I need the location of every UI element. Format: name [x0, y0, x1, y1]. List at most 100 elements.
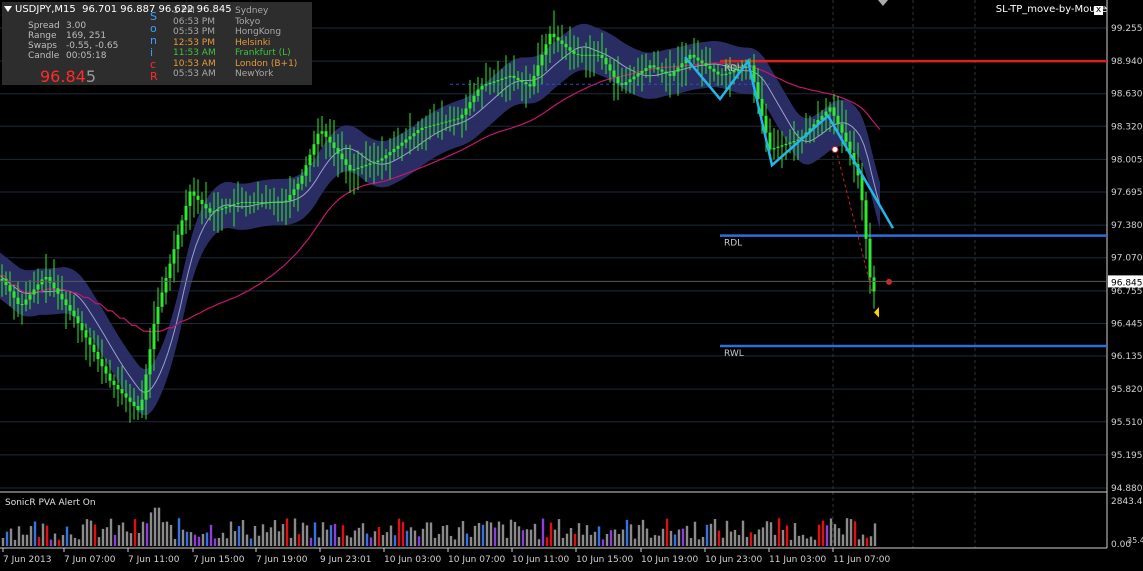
volume-bar: [521, 530, 525, 546]
candle-body: [204, 204, 208, 209]
session-name: HongKong: [235, 27, 282, 37]
volume-bar: [797, 535, 801, 546]
volume-bar: [229, 521, 233, 546]
volume-bar: [293, 518, 297, 546]
volume-bar: [525, 529, 529, 546]
dropdown-triangle-icon[interactable]: [4, 6, 12, 12]
candle-body: [272, 202, 276, 204]
candle-value: 00:05:18: [66, 51, 107, 61]
volume-bar: [309, 537, 313, 546]
volume-bar: [341, 525, 345, 546]
candle-body: [232, 204, 236, 206]
session-name: Frankfurt (L): [235, 48, 291, 58]
time-axis-label: 11 Jun 03:00: [769, 555, 826, 565]
candle-body: [376, 160, 380, 163]
candle-body: [124, 393, 128, 398]
volume-bar: [149, 512, 153, 546]
volume-bar: [689, 538, 693, 546]
candle-body: [612, 70, 616, 77]
volume-bar: [385, 532, 389, 546]
volume-bar: [497, 521, 501, 546]
spread-key: Spread: [28, 21, 60, 31]
volume-bar: [337, 537, 341, 546]
candle-body: [228, 205, 232, 207]
volume-bar: [285, 518, 289, 546]
chart-shift-icon: [878, 0, 888, 6]
volume-bar: [181, 529, 185, 546]
candle-body: [304, 165, 308, 176]
volume-bar: [477, 523, 481, 546]
price-axis-label: 94.880: [1111, 484, 1143, 494]
swaps-value: -0.55, -0.65: [66, 41, 119, 51]
volume-bar: [349, 537, 353, 546]
volume-bar: [541, 518, 545, 546]
candle-body: [784, 143, 788, 146]
session-time: 10:53 AM: [173, 58, 216, 69]
volume-bar: [825, 525, 829, 546]
volume-bar: [125, 531, 129, 546]
candle-body: [652, 65, 656, 68]
volume-bar: [317, 537, 321, 546]
candle-body: [604, 57, 608, 65]
candle-body: [660, 69, 664, 72]
candle-body: [736, 69, 740, 71]
volume-bar: [277, 531, 281, 546]
candle-body: [380, 158, 384, 161]
candle-body: [280, 202, 284, 204]
candle-body: [268, 202, 272, 204]
price-axis-label: 95.195: [1111, 451, 1143, 461]
arrow-marker: [874, 307, 879, 318]
candle-body: [772, 148, 776, 150]
volume-bar: [265, 532, 269, 546]
candle-body: [64, 299, 68, 306]
session-time: 06:53 PM: [173, 16, 215, 27]
candle-body: [472, 95, 476, 103]
candle-body: [432, 124, 436, 126]
candle-body: [392, 148, 396, 153]
volume-bar: [537, 539, 541, 546]
price-axis-label: 98.320: [1111, 122, 1143, 132]
chart-header: USDJPY,M15 96.701 96.887 96.622 96.845: [4, 4, 232, 15]
close-icon[interactable]: x: [1094, 6, 1103, 15]
candle-body: [448, 120, 452, 122]
candle-body: [844, 132, 848, 142]
candle-body: [436, 123, 440, 125]
volume-bar: [873, 523, 877, 546]
candle-body: [200, 199, 204, 205]
candle-body: [468, 102, 472, 109]
volume-bar: [153, 507, 157, 546]
candle-body: [828, 107, 832, 112]
candle-body: [512, 75, 516, 78]
volume-bar: [197, 536, 201, 546]
level-label-rdl: RDL: [724, 239, 742, 249]
volume-bar: [117, 525, 121, 546]
volume-bar: [805, 538, 809, 546]
volume-bar: [865, 537, 869, 546]
volume-bar: [217, 537, 221, 546]
time-axis-label: 10 Jun 07:00: [448, 555, 505, 565]
level-label-rwl: RWL: [724, 349, 744, 359]
volume-bar: [641, 519, 645, 546]
volume-bar: [269, 527, 273, 546]
candle-body: [408, 136, 412, 140]
volume-bar: [549, 522, 553, 546]
candle-body: [60, 293, 64, 300]
candle-body: [460, 114, 464, 119]
volume-scale-top: 2843.4: [1111, 497, 1143, 507]
volume-bar: [845, 518, 849, 546]
candle-body: [388, 152, 392, 156]
volume-bar: [745, 536, 749, 546]
candle-body: [292, 189, 296, 196]
time-axis-label: 9 Jun 23:01: [320, 555, 371, 565]
candle-body: [364, 164, 368, 167]
candle-body: [548, 33, 552, 45]
volume-bar: [597, 526, 601, 546]
candle-body: [164, 278, 168, 293]
candle-body: [580, 54, 584, 56]
price-axis-label: 95.510: [1111, 418, 1143, 428]
volume-bar: [493, 527, 497, 546]
bid-price-last-digit: 5: [85, 67, 96, 86]
sonicr-letter: R: [150, 70, 158, 83]
volume-bar: [569, 528, 573, 546]
price-chart[interactable]: RDHRDLRWL99.25598.94098.63098.32098.0059…: [0, 0, 1143, 571]
